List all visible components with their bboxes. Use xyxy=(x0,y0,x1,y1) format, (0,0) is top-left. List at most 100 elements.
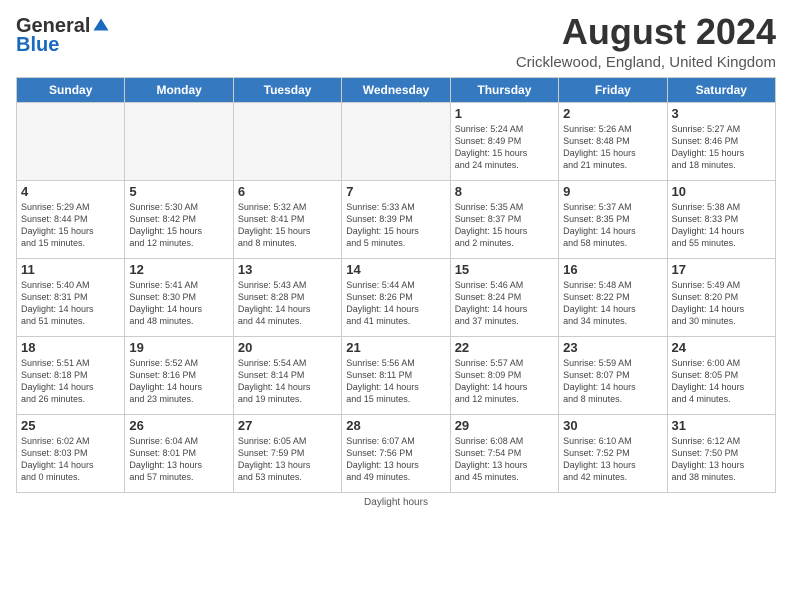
day-info: Sunrise: 5:26 AMSunset: 8:48 PMDaylight:… xyxy=(563,123,662,172)
calendar-cell: 11 Sunrise: 5:40 AMSunset: 8:31 PMDayligh… xyxy=(17,258,125,336)
day-number: 29 xyxy=(455,418,554,433)
day-number: 18 xyxy=(21,340,120,355)
day-number: 15 xyxy=(455,262,554,277)
calendar-cell: 30 Sunrise: 6:10 AMSunset: 7:52 PMDayligh… xyxy=(559,414,667,492)
day-info: Sunrise: 6:07 AMSunset: 7:56 PMDaylight:… xyxy=(346,435,445,484)
calendar-cell: 5 Sunrise: 5:30 AMSunset: 8:42 PMDaylight… xyxy=(125,180,233,258)
title-block: August 2024 Cricklewood, England, United… xyxy=(516,12,776,71)
header: General Blue August 2024 Cricklewood, En… xyxy=(16,12,776,71)
calendar-cell: 22Sunrise: 5:57 AMSunset: 8:09 PMDayligh… xyxy=(450,336,558,414)
day-number: 24 xyxy=(672,340,771,355)
logo-blue-text: Blue xyxy=(16,34,59,57)
day-number: 10 xyxy=(672,184,771,199)
calendar-week-row: 4Sunrise: 5:29 AMSunset: 8:44 PMDaylight… xyxy=(17,180,776,258)
day-info: Sunrise: 5:43 AMSunset: 8:28 PMDaylight:… xyxy=(238,279,337,328)
calendar-cell xyxy=(125,102,233,180)
day-number: 8 xyxy=(455,184,554,199)
calendar-cell: 26 Sunrise: 6:04 AMSunset: 8:01 PMDayligh… xyxy=(125,414,233,492)
day-number: 31 xyxy=(672,418,771,433)
calendar-header-cell: Tuesday xyxy=(233,77,341,102)
day-info: Sunrise: 5:33 AMSunset: 8:39 PMDaylight:… xyxy=(346,201,445,250)
day-info: Sunrise: 5:40 AMSunset: 8:31 PMDaylight:… xyxy=(21,279,120,328)
day-info: Sunrise: 6:00 AMSunset: 8:05 PMDaylight:… xyxy=(672,357,771,406)
day-number: 28 xyxy=(346,418,445,433)
day-info: Sunrise: 6:04 AMSunset: 8:01 PMDaylight:… xyxy=(129,435,228,484)
calendar-cell: 13 Sunrise: 5:43 AMSunset: 8:28 PMDayligh… xyxy=(233,258,341,336)
day-number: 30 xyxy=(563,418,662,433)
calendar-cell xyxy=(17,102,125,180)
calendar-cell: 23Sunrise: 5:59 AMSunset: 8:07 PMDayligh… xyxy=(559,336,667,414)
day-number: 5 xyxy=(129,184,228,199)
calendar-cell: 24 Sunrise: 6:00 AMSunset: 8:05 PMDayligh… xyxy=(667,336,775,414)
calendar-cell: 6 Sunrise: 5:32 AMSunset: 8:41 PMDaylight… xyxy=(233,180,341,258)
calendar-cell: 15 Sunrise: 5:46 AMSunset: 8:24 PMDayligh… xyxy=(450,258,558,336)
day-info: Sunrise: 5:24 AMSunset: 8:49 PMDaylight:… xyxy=(455,123,554,172)
day-number: 21 xyxy=(346,340,445,355)
day-info: Sunrise: 6:12 AMSunset: 7:50 PMDaylight:… xyxy=(672,435,771,484)
calendar-cell: 16 Sunrise: 5:48 AMSunset: 8:22 PMDayligh… xyxy=(559,258,667,336)
day-number: 7 xyxy=(346,184,445,199)
day-info: Sunrise: 5:27 AMSunset: 8:46 PMDaylight:… xyxy=(672,123,771,172)
calendar-table: SundayMondayTuesdayWednesdayThursdayFrid… xyxy=(16,77,776,493)
day-number: 2 xyxy=(563,106,662,121)
calendar-cell: 18 Sunrise: 5:51 AMSunset: 8:18 PMDayligh… xyxy=(17,336,125,414)
day-number: 1 xyxy=(455,106,554,121)
calendar-header-cell: Wednesday xyxy=(342,77,450,102)
calendar-cell: 28 Sunrise: 6:07 AMSunset: 7:56 PMDayligh… xyxy=(342,414,450,492)
day-info: Sunrise: 5:54 AMSunset: 8:14 PMDaylight:… xyxy=(238,357,337,406)
calendar-header-cell: Saturday xyxy=(667,77,775,102)
logo: General Blue xyxy=(16,16,110,57)
day-info: Sunrise: 5:44 AMSunset: 8:26 PMDaylight:… xyxy=(346,279,445,328)
day-number: 19 xyxy=(129,340,228,355)
day-info: Sunrise: 5:51 AMSunset: 8:18 PMDaylight:… xyxy=(21,357,120,406)
calendar-cell: 8 Sunrise: 5:35 AMSunset: 8:37 PMDaylight… xyxy=(450,180,558,258)
month-title: August 2024 xyxy=(516,12,776,52)
day-info: Sunrise: 6:02 AMSunset: 8:03 PMDaylight:… xyxy=(21,435,120,484)
calendar-cell: 29Sunrise: 6:08 AMSunset: 7:54 PMDayligh… xyxy=(450,414,558,492)
day-number: 27 xyxy=(238,418,337,433)
day-number: 26 xyxy=(129,418,228,433)
calendar-header-cell: Monday xyxy=(125,77,233,102)
location: Cricklewood, England, United Kingdom xyxy=(516,54,776,71)
calendar-cell: 14 Sunrise: 5:44 AMSunset: 8:26 PMDayligh… xyxy=(342,258,450,336)
logo-icon xyxy=(92,17,110,35)
day-number: 12 xyxy=(129,262,228,277)
day-number: 14 xyxy=(346,262,445,277)
calendar-cell: 20Sunrise: 5:54 AMSunset: 8:14 PMDayligh… xyxy=(233,336,341,414)
day-info: Sunrise: 6:05 AMSunset: 7:59 PMDaylight:… xyxy=(238,435,337,484)
calendar-cell: 4Sunrise: 5:29 AMSunset: 8:44 PMDaylight… xyxy=(17,180,125,258)
day-info: Sunrise: 5:35 AMSunset: 8:37 PMDaylight:… xyxy=(455,201,554,250)
calendar-cell: 27 Sunrise: 6:05 AMSunset: 7:59 PMDayligh… xyxy=(233,414,341,492)
day-number: 23 xyxy=(563,340,662,355)
day-number: 25 xyxy=(21,418,120,433)
day-info: Sunrise: 5:32 AMSunset: 8:41 PMDaylight:… xyxy=(238,201,337,250)
calendar-cell: 17Sunrise: 5:49 AMSunset: 8:20 PMDayligh… xyxy=(667,258,775,336)
calendar-week-row: 1 Sunrise: 5:24 AMSunset: 8:49 PMDaylight… xyxy=(17,102,776,180)
day-number: 3 xyxy=(672,106,771,121)
day-info: Sunrise: 5:57 AMSunset: 8:09 PMDaylight:… xyxy=(455,357,554,406)
day-number: 16 xyxy=(563,262,662,277)
day-info: Sunrise: 5:48 AMSunset: 8:22 PMDaylight:… xyxy=(563,279,662,328)
calendar-cell: 12Sunrise: 5:41 AMSunset: 8:30 PMDayligh… xyxy=(125,258,233,336)
calendar-cell: 2 Sunrise: 5:26 AMSunset: 8:48 PMDaylight… xyxy=(559,102,667,180)
day-info: Sunrise: 5:49 AMSunset: 8:20 PMDaylight:… xyxy=(672,279,771,328)
calendar-header-cell: Thursday xyxy=(450,77,558,102)
day-number: 4 xyxy=(21,184,120,199)
day-number: 9 xyxy=(563,184,662,199)
footer: Daylight hours xyxy=(16,497,776,508)
day-info: Sunrise: 5:37 AMSunset: 8:35 PMDaylight:… xyxy=(563,201,662,250)
calendar-header-cell: Sunday xyxy=(17,77,125,102)
day-info: Sunrise: 5:52 AMSunset: 8:16 PMDaylight:… xyxy=(129,357,228,406)
calendar-cell: 25 Sunrise: 6:02 AMSunset: 8:03 PMDayligh… xyxy=(17,414,125,492)
day-info: Sunrise: 5:46 AMSunset: 8:24 PMDaylight:… xyxy=(455,279,554,328)
calendar-week-row: 18 Sunrise: 5:51 AMSunset: 8:18 PMDayligh… xyxy=(17,336,776,414)
day-number: 6 xyxy=(238,184,337,199)
day-info: Sunrise: 6:10 AMSunset: 7:52 PMDaylight:… xyxy=(563,435,662,484)
calendar-cell: 9 Sunrise: 5:37 AMSunset: 8:35 PMDaylight… xyxy=(559,180,667,258)
calendar-week-row: 11 Sunrise: 5:40 AMSunset: 8:31 PMDayligh… xyxy=(17,258,776,336)
day-number: 11 xyxy=(21,262,120,277)
day-number: 13 xyxy=(238,262,337,277)
calendar-cell: 21Sunrise: 5:56 AMSunset: 8:11 PMDayligh… xyxy=(342,336,450,414)
day-info: Sunrise: 5:30 AMSunset: 8:42 PMDaylight:… xyxy=(129,201,228,250)
calendar-cell xyxy=(233,102,341,180)
